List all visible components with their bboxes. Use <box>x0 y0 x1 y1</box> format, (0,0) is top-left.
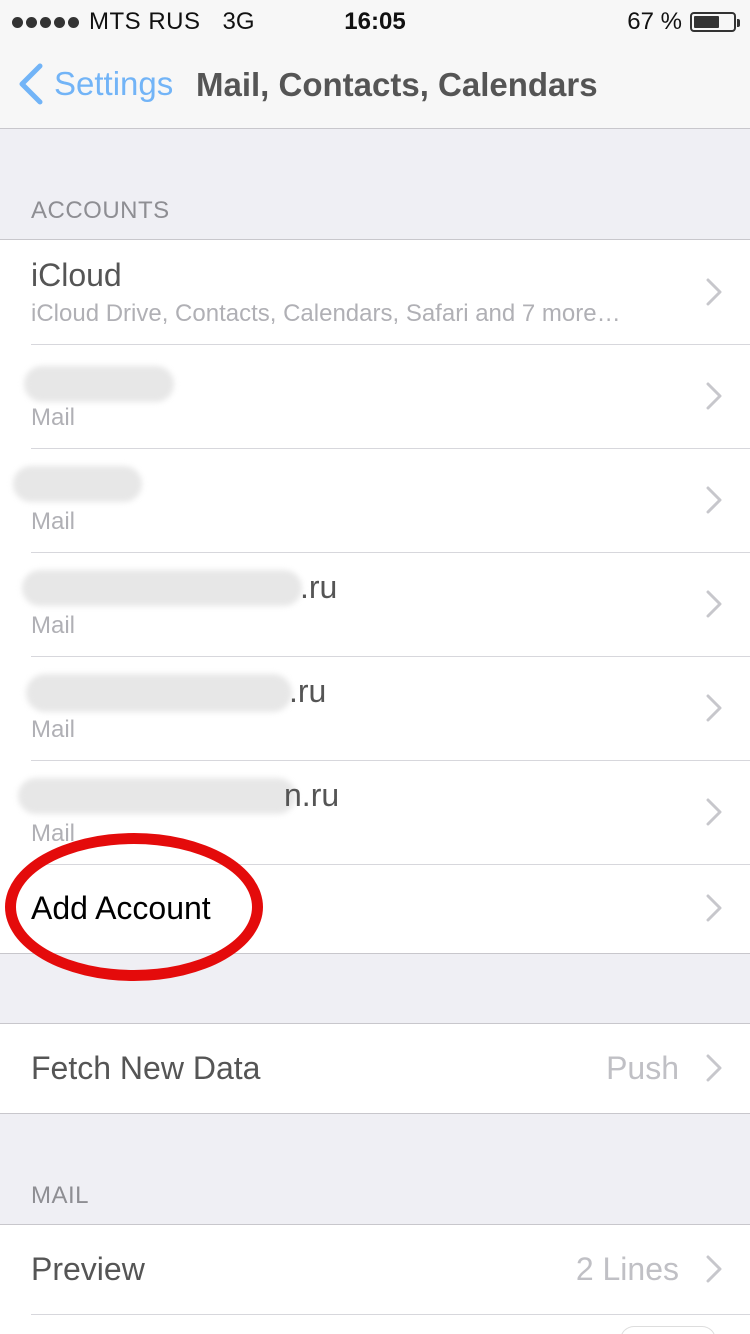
redacted-account-name <box>26 674 292 712</box>
fetch-new-data-value: Push <box>606 1050 679 1086</box>
chevron-right-icon <box>706 590 722 618</box>
redacted-account-name <box>13 466 142 502</box>
add-account-button[interactable]: Add Account <box>0 864 750 953</box>
chevron-right-icon <box>706 486 722 514</box>
redacted-account-name <box>18 778 296 814</box>
account-subtitle: Mail <box>31 820 76 847</box>
account-row-icloud[interactable]: iCloud iCloud Drive, Contacts, Calendars… <box>0 240 750 344</box>
back-button[interactable]: Settings <box>14 62 173 106</box>
navigation-bar: Settings Mail, Contacts, Calendars <box>0 40 750 129</box>
mail-section-header: MAIL <box>31 1182 90 1209</box>
redacted-account-name <box>22 570 302 606</box>
preview-label: Preview <box>31 1251 145 1287</box>
account-subtitle: iCloud Drive, Contacts, Calendars, Safar… <box>31 300 621 327</box>
battery-icon <box>690 12 740 32</box>
account-subtitle: Mail <box>31 612 76 639</box>
status-bar: MTS RUS 3G 16:05 67 % <box>0 0 750 40</box>
chevron-right-icon <box>706 382 722 410</box>
page-title: Mail, Contacts, Calendars <box>196 66 598 103</box>
preview-row[interactable]: Preview 2 Lines <box>0 1225 750 1314</box>
chevron-right-icon <box>706 278 722 306</box>
redacted-account-name <box>24 366 174 402</box>
fetch-new-data-label: Fetch New Data <box>31 1050 261 1086</box>
chevron-right-icon <box>706 694 722 722</box>
status-right: 67 % <box>627 8 740 36</box>
mail-group: Preview 2 Lines <box>0 1224 750 1334</box>
account-subtitle: Mail <box>31 508 76 535</box>
add-account-label: Add Account <box>31 890 211 926</box>
chevron-left-icon <box>19 63 43 105</box>
back-button-label: Settings <box>54 65 174 102</box>
account-subtitle: Mail <box>31 716 76 743</box>
fetch-new-data-row[interactable]: Fetch New Data Push <box>0 1024 750 1113</box>
account-row[interactable]: .ru Mail <box>0 552 750 656</box>
account-row[interactable]: Mail <box>0 344 750 448</box>
account-row[interactable]: .ru Mail <box>0 656 750 760</box>
chevron-right-icon <box>706 798 722 826</box>
battery-percentage: 67 % <box>627 8 682 35</box>
accounts-section-header: ACCOUNTS <box>31 197 170 224</box>
chevron-right-icon <box>706 1054 722 1082</box>
account-title: iCloud <box>31 257 122 293</box>
preview-value: 2 Lines <box>575 1251 679 1287</box>
chevron-right-icon <box>706 1255 722 1283</box>
account-title: n.ru <box>284 777 340 813</box>
fetch-group: Fetch New Data Push <box>0 1023 750 1114</box>
toggle-switch[interactable] <box>620 1326 716 1334</box>
accounts-group: iCloud iCloud Drive, Contacts, Calendars… <box>0 239 750 954</box>
chevron-right-icon <box>706 894 722 922</box>
account-title: .ru <box>300 569 338 605</box>
account-row[interactable]: Mail <box>0 448 750 552</box>
account-title: .ru <box>289 673 327 709</box>
account-row[interactable]: n.ru Mail <box>0 760 750 864</box>
account-subtitle: Mail <box>31 404 76 431</box>
